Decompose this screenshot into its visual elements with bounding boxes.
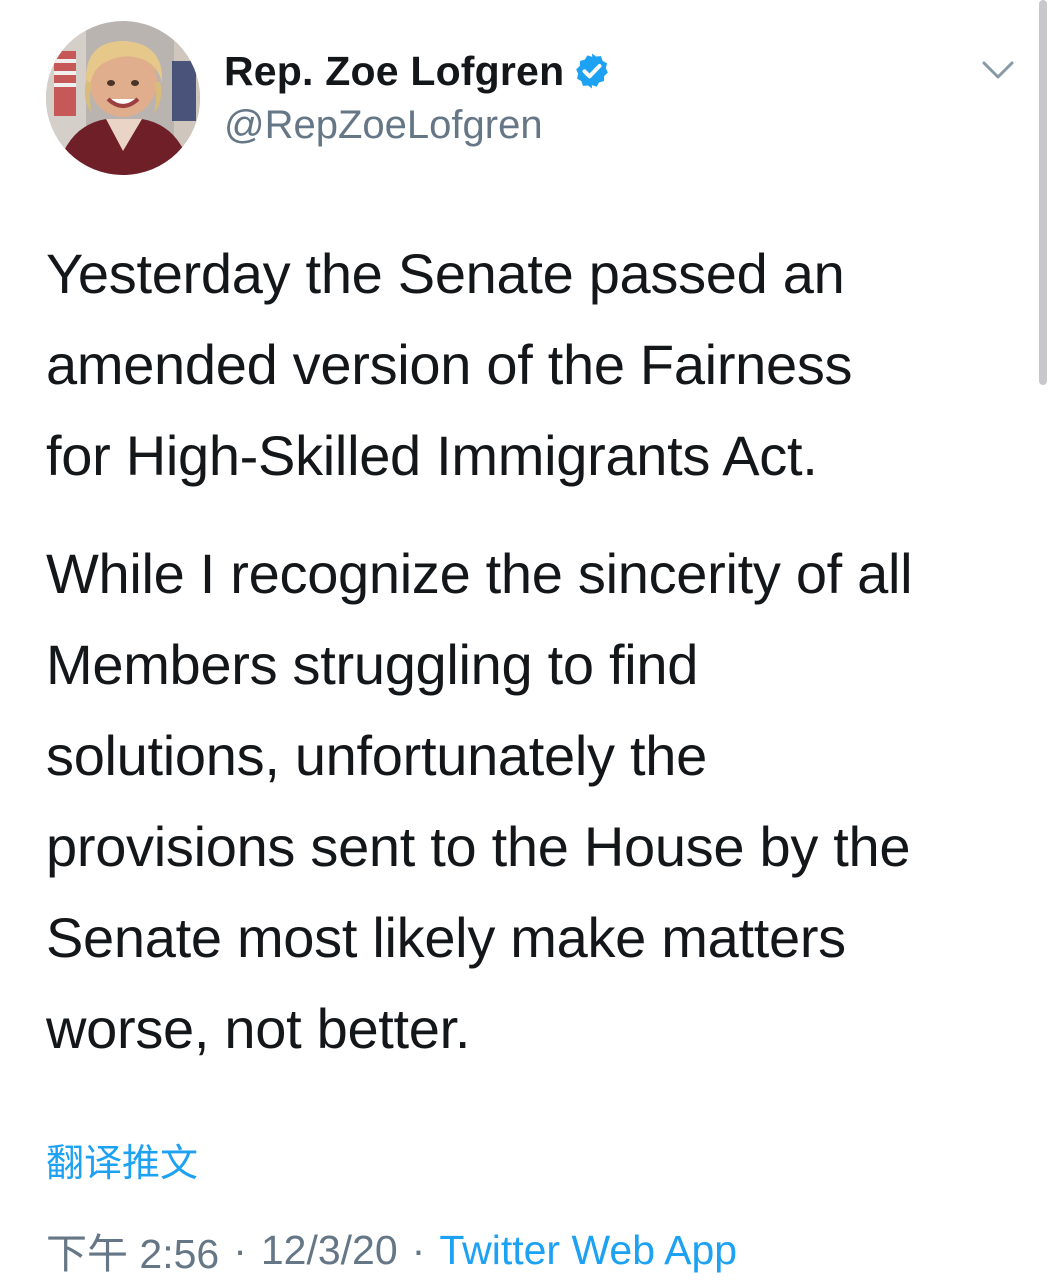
author-handle[interactable]: @RepZoeLofgren — [224, 103, 543, 148]
author-display-name[interactable]: Rep. Zoe Lofgren — [224, 48, 564, 95]
tweet-paragraph: While I recognize the sincerity of all M… — [46, 542, 913, 1060]
tweet-text: Yesterday the Senate passed an amended v… — [46, 228, 1031, 1074]
author-name-row[interactable]: Rep. Zoe Lofgren — [224, 44, 612, 98]
verified-badge-icon — [572, 51, 612, 91]
separator: · — [233, 1226, 247, 1273]
tweet-date[interactable]: 12/3/20 — [261, 1227, 398, 1274]
avatar[interactable] — [46, 21, 200, 175]
separator: · — [411, 1226, 426, 1273]
tweet-time[interactable]: 下午 2:56 — [46, 1220, 219, 1280]
tweet-paragraph: Yesterday the Senate passed an amended v… — [46, 242, 853, 487]
chevron-down-icon[interactable] — [980, 55, 1016, 85]
tweet-card: Rep. Zoe Lofgren @RepZoeLofgren Yesterda… — [0, 0, 1055, 1280]
tweet-source-link[interactable]: Twitter Web App — [439, 1227, 737, 1274]
avatar-photo — [46, 21, 200, 175]
tweet-metadata: 下午 2:56 · 12/3/20 · Twitter Web App — [46, 1220, 737, 1280]
translate-tweet-link[interactable]: 翻译推文 — [46, 1132, 198, 1187]
scrollbar[interactable] — [1039, 0, 1047, 385]
